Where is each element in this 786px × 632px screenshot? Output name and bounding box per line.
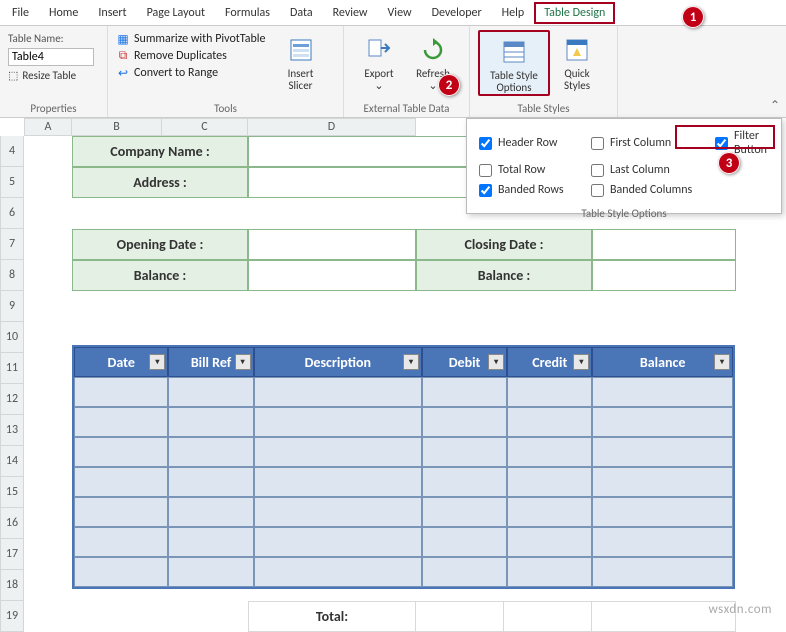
filter-icon[interactable]: ▾	[235, 354, 251, 370]
tab-help[interactable]: Help	[492, 2, 535, 24]
convert-icon: ↩	[116, 66, 130, 80]
ribbon: Table Name: ⬚ Resize Table Properties ▦S…	[0, 26, 786, 118]
row-12[interactable]: 12	[0, 384, 24, 415]
tab-page-layout[interactable]: Page Layout	[137, 2, 215, 24]
export-button[interactable]: Export⌄	[352, 30, 406, 92]
opt-total-row[interactable]: Total Row	[479, 163, 587, 177]
tab-formulas[interactable]: Formulas	[215, 2, 280, 24]
opening-date-label: Opening Date :	[72, 229, 248, 260]
summarize-pivot-button[interactable]: ▦Summarize with PivotTable	[116, 32, 266, 46]
export-icon	[365, 36, 393, 64]
opt-first-column[interactable]: First Column	[591, 129, 711, 157]
style-options-icon	[500, 38, 528, 66]
row-15[interactable]: 15	[0, 477, 24, 508]
opening-balance-label: Balance :	[72, 260, 248, 291]
group-external: External Table Data	[352, 100, 461, 117]
row-19[interactable]: 19	[0, 601, 24, 632]
slicer-label: Insert Slicer	[288, 68, 314, 92]
row-4[interactable]: 4	[0, 136, 24, 167]
table-name-label: Table Name:	[8, 32, 99, 45]
opt-banded-rows[interactable]: Banded Rows	[479, 183, 587, 197]
pivot-icon: ▦	[116, 32, 130, 46]
col-C[interactable]: C	[162, 118, 248, 136]
th-balance[interactable]: Balance▾	[592, 347, 733, 377]
resize-table-button[interactable]: ⬚ Resize Table	[8, 69, 99, 82]
resize-label: Resize Table	[22, 69, 76, 82]
group-tools: Tools	[116, 100, 335, 117]
table-name-input[interactable]	[8, 48, 94, 66]
row-6[interactable]: 6	[0, 198, 24, 229]
table-style-options-panel: Header Row First Column Filter Button To…	[466, 118, 782, 214]
convert-range-button[interactable]: ↩Convert to Range	[116, 66, 266, 80]
th-credit[interactable]: Credit▾	[507, 347, 592, 377]
opt-banded-columns[interactable]: Banded Columns	[591, 183, 711, 197]
tab-home[interactable]: Home	[39, 2, 88, 24]
col-B[interactable]: B	[72, 118, 162, 136]
opt-header-row[interactable]: Header Row	[479, 129, 587, 157]
tab-data[interactable]: Data	[280, 2, 323, 24]
resize-icon: ⬚	[8, 69, 18, 82]
th-description[interactable]: Description▾	[254, 347, 422, 377]
quick-styles-icon	[563, 36, 591, 64]
row-16[interactable]: 16	[0, 508, 24, 539]
col-A[interactable]: A	[24, 118, 72, 136]
th-debit[interactable]: Debit▾	[422, 347, 507, 377]
refresh-icon	[419, 36, 447, 64]
address-label: Address :	[72, 167, 248, 198]
row-8[interactable]: 8	[0, 260, 24, 291]
company-name-label: Company Name :	[72, 136, 248, 167]
opening-date-value[interactable]	[248, 229, 416, 260]
filter-icon[interactable]: ▾	[149, 354, 165, 370]
group-table-styles: Table Styles	[478, 100, 609, 117]
closing-date-value[interactable]	[592, 229, 736, 260]
col-D[interactable]: D	[248, 118, 416, 136]
row-14[interactable]: 14	[0, 446, 24, 477]
row-13[interactable]: 13	[0, 415, 24, 446]
row-11[interactable]: 11	[0, 353, 24, 384]
closing-date-label: Closing Date :	[416, 229, 592, 260]
refresh-button[interactable]: Refresh⌄	[406, 30, 460, 92]
filter-icon[interactable]: ▾	[488, 354, 504, 370]
row-7[interactable]: 7	[0, 229, 24, 260]
closing-balance-value[interactable]	[592, 260, 736, 291]
filter-icon[interactable]: ▾	[714, 354, 730, 370]
row-5[interactable]: 5	[0, 167, 24, 198]
row-17[interactable]: 17	[0, 539, 24, 570]
th-date[interactable]: Date▾	[74, 347, 168, 377]
ledger-table[interactable]: Date▾ Bill Ref▾ Description▾ Debit▾ Cred…	[72, 345, 735, 589]
row-9[interactable]: 9	[0, 291, 24, 322]
tab-review[interactable]: Review	[323, 2, 378, 24]
tab-view[interactable]: View	[378, 2, 422, 24]
table-style-options-button[interactable]: Table Style Options	[478, 30, 550, 96]
filter-icon[interactable]: ▾	[573, 354, 589, 370]
row-10[interactable]: 10	[0, 322, 24, 353]
slicer-icon	[287, 36, 315, 64]
opening-balance-value[interactable]	[248, 260, 416, 291]
remove-duplicates-button[interactable]: ⧉Remove Duplicates	[116, 49, 266, 63]
group-properties: Properties	[8, 100, 99, 117]
total-label: Total:	[248, 601, 416, 632]
opt-last-column[interactable]: Last Column	[591, 163, 711, 177]
ribbon-tab-bar: File Home Insert Page Layout Formulas Da…	[0, 0, 786, 26]
dupes-icon: ⧉	[116, 49, 130, 63]
tab-developer[interactable]: Developer	[422, 2, 492, 24]
watermark: wsxdn.com	[708, 602, 772, 617]
tab-table-design[interactable]: Table Design	[534, 2, 615, 24]
tab-insert[interactable]: Insert	[88, 2, 136, 24]
closing-balance-label: Balance :	[416, 260, 592, 291]
row-18[interactable]: 18	[0, 570, 24, 601]
insert-slicer-button[interactable]: Insert Slicer	[274, 30, 328, 92]
panel-group-label: Table Style Options	[467, 201, 781, 220]
th-billref[interactable]: Bill Ref▾	[168, 347, 253, 377]
opt-filter-button[interactable]: Filter Button	[715, 129, 771, 157]
quick-styles-button[interactable]: Quick Styles	[550, 30, 604, 96]
tab-file[interactable]: File	[2, 2, 39, 24]
filter-icon[interactable]: ▾	[403, 354, 419, 370]
collapse-ribbon-icon[interactable]: ⌃	[770, 98, 780, 113]
